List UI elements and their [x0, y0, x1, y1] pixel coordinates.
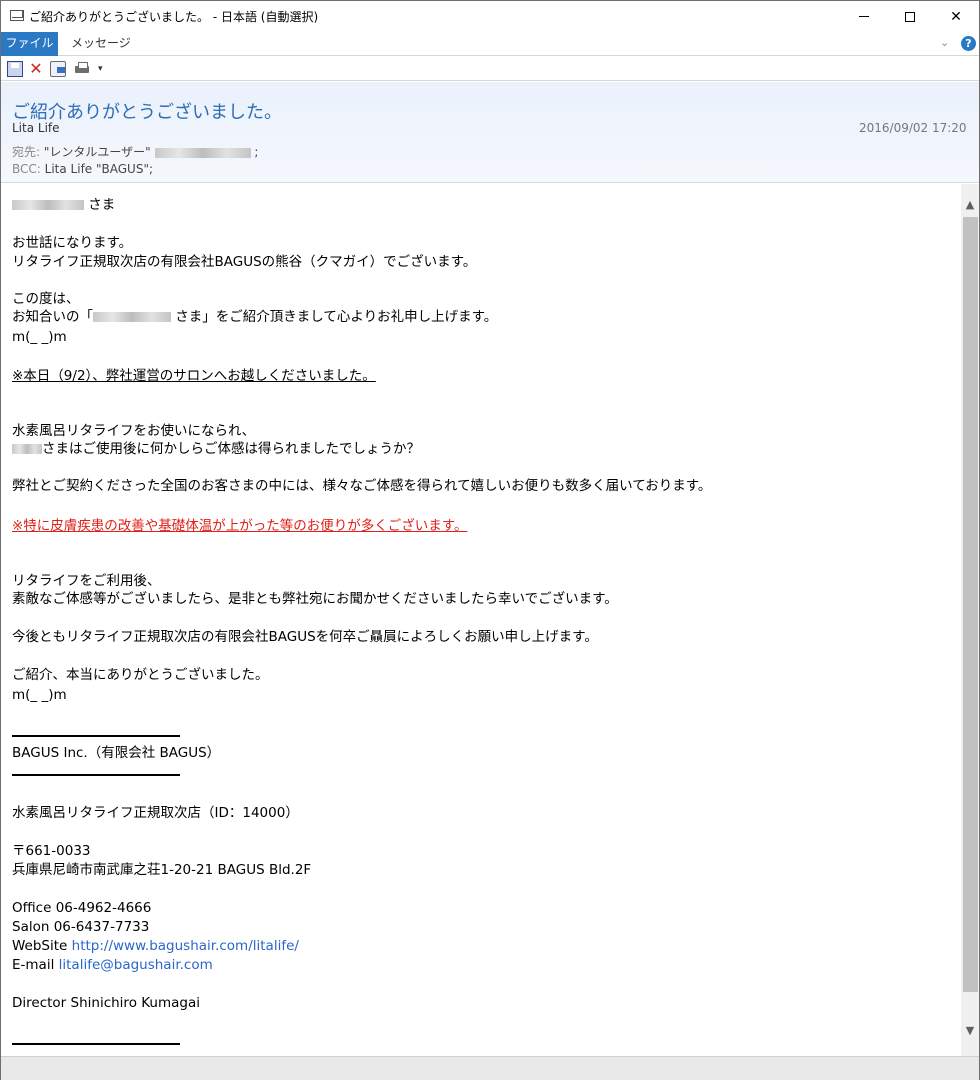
body-text: リタライフ正規取次店の有限会社BAGUSの熊谷（クマガイ）でございます。: [12, 254, 477, 270]
maximize-icon: [905, 11, 915, 22]
website-label: WebSite: [12, 938, 72, 954]
message-sender[interactable]: Lita Life: [12, 121, 60, 135]
vertical-scrollbar[interactable]: ▲ ▼: [961, 184, 979, 1056]
signature-divider: [12, 774, 180, 776]
minimize-icon: [859, 16, 869, 17]
body-text: この度は、: [12, 291, 80, 307]
salutation: さま: [88, 197, 116, 213]
body-text: 今後ともリタライフ正規取次店の有限会社BAGUSを何卒ご贔屓によろしくお願い申し…: [12, 629, 598, 645]
signature-salon-phone: Salon 06-6437-7733: [12, 919, 150, 935]
scroll-thumb[interactable]: [963, 217, 978, 992]
body-text: さま」をご紹介頂きまして心よりお礼申し上げます。: [171, 309, 498, 325]
maximize-button[interactable]: [887, 1, 933, 32]
window-title: ご紹介ありがとうございました。 - 日本語 (自動選択): [29, 10, 319, 24]
customize-toolbar-icon[interactable]: ▾: [98, 61, 114, 77]
tab-message[interactable]: メッセージ: [71, 32, 131, 56]
message-header: ご紹介ありがとうございました。 Lita Life 2016/09/02 17:…: [1, 82, 979, 183]
redacted-name: [93, 312, 171, 322]
body-text: 水素風呂リタライフをお使いになられ、: [12, 423, 256, 439]
tab-file[interactable]: ファイル: [1, 32, 58, 56]
delete-icon[interactable]: ✕: [28, 61, 44, 77]
scroll-up-icon[interactable]: ▲: [961, 196, 979, 214]
to-label: 宛先:: [12, 145, 41, 159]
signature-store: 水素風呂リタライフ正規取次店（ID：14000）: [12, 805, 299, 821]
to-line: 宛先: "レンタルユーザー" ;: [12, 143, 258, 160]
quick-access-toolbar: ✕ ▾: [1, 57, 979, 81]
signature-email: E-mail litalife@bagushair.com: [12, 956, 213, 974]
signature-office-phone: Office 06-4962-4666: [12, 900, 152, 916]
print-icon[interactable]: [74, 61, 90, 77]
email-label: E-mail: [12, 957, 59, 973]
redacted-recipient-name: [154, 147, 251, 158]
body-note-underlined: ※本日（9/2）、弊社運営のサロンへお越しくださいました。: [12, 368, 376, 384]
signature-divider: [12, 735, 180, 737]
close-button[interactable]: ✕: [933, 1, 979, 32]
bcc-label: BCC:: [12, 162, 41, 176]
message-date: 2016/09/02 17:20: [859, 121, 967, 135]
ribbon-tabs: ファイル メッセージ ⌄ ?: [1, 32, 979, 56]
message-body: さま お世話になります。 リタライフ正規取次店の有限会社BAGUSの熊谷（クマガ…: [1, 184, 961, 1056]
bcc-recipient[interactable]: Lita Life "BAGUS";: [45, 162, 153, 176]
signature-company: BAGUS Inc.（有限会社 BAGUS）: [12, 745, 221, 761]
redacted-name: [12, 200, 84, 210]
mail-window: ご紹介ありがとうございました。 - 日本語 (自動選択) ✕ ファイル メッセー…: [0, 0, 980, 1080]
title-bar: ご紹介ありがとうございました。 - 日本語 (自動選択) ✕: [1, 1, 979, 32]
body-text: リタライフをご利用後、: [12, 573, 161, 589]
body-text: さまはご使用後に何かしらご体感は得られましたでしょうか？: [42, 441, 420, 457]
body-text: 素敵なご体感等がございましたら、是非とも弊社宛にお聞かせくださいましたら幸いでご…: [12, 591, 618, 607]
body-text: 弊社とご契約くださった全国のお客さまの中には、様々なご体感を得られて嬉しいお便り…: [12, 478, 712, 494]
email-link[interactable]: litalife@bagushair.com: [59, 957, 213, 973]
minimize-button[interactable]: [841, 1, 887, 32]
body-text-line: お知合いの「 さま」をご紹介頂きまして心よりお礼申し上げます。: [12, 308, 497, 326]
website-link[interactable]: http://www.bagushair.com/litalife/: [72, 938, 299, 954]
body-text-line: さまはご使用後に何かしらご体感は得られましたでしょうか？: [12, 440, 420, 458]
signature-address: 兵庫県尼崎市南武庫之荘1-20-21 BAGUS Bld.2F: [12, 862, 312, 878]
salutation-line: さま: [12, 196, 115, 214]
save-icon[interactable]: [7, 61, 23, 77]
signature-zip: 〒661-0033: [12, 843, 91, 859]
body-text: m(_ _)m: [12, 687, 67, 703]
close-icon: ✕: [950, 8, 962, 25]
signature-divider: [12, 1043, 180, 1045]
body-text: ご紹介、本当にありがとうございました。: [12, 667, 269, 683]
signature-director: Director Shinichiro Kumagai: [12, 995, 200, 1011]
help-icon[interactable]: ?: [961, 36, 976, 51]
status-bar: [1, 1056, 979, 1080]
move-icon[interactable]: [50, 61, 66, 77]
to-recipient[interactable]: "レンタルユーザー": [44, 145, 151, 159]
envelope-icon: [10, 10, 24, 21]
scroll-down-icon[interactable]: ▼: [961, 1022, 979, 1040]
body-highlight-red: ※特に皮膚疾患の改善や基礎体温が上がった等のお便りが多くございます。: [12, 518, 468, 534]
bcc-line: BCC: Lita Life "BAGUS";: [12, 162, 153, 176]
to-separator: ;: [254, 145, 259, 159]
body-text: m(_ _)m: [12, 329, 67, 345]
body-text: お知合いの「: [12, 309, 93, 325]
redacted-name: [12, 444, 42, 454]
signature-website: WebSite http://www.bagushair.com/litalif…: [12, 937, 299, 955]
body-text: お世話になります。: [12, 235, 133, 251]
ribbon-collapse-icon[interactable]: ⌄: [940, 36, 949, 49]
